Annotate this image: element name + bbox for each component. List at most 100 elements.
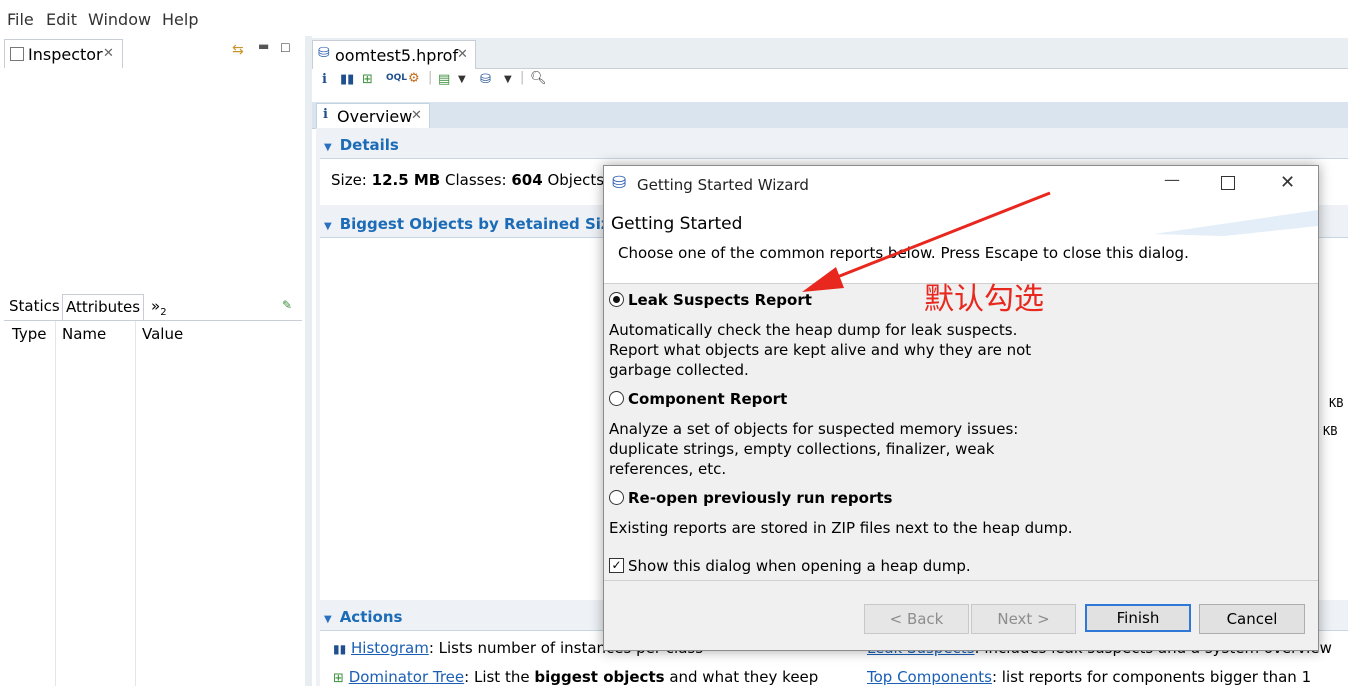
biggest-objects-heading: Biggest Objects by Retained Size (339, 215, 620, 233)
histogram-icon: ▮▮ (333, 642, 347, 656)
sync-icon[interactable]: ⇆ (232, 42, 244, 58)
menu-file[interactable]: File (7, 10, 34, 29)
overview-tab-label: Overview (337, 107, 413, 126)
column-name[interactable]: Name (62, 325, 106, 343)
component-report-radio[interactable] (609, 391, 624, 406)
toolbar-separator: | (428, 70, 433, 85)
top-components-link[interactable]: Top Components (867, 668, 992, 686)
dominator-description: : List the (464, 668, 535, 686)
actions-heading: Actions (339, 608, 403, 626)
finish-button[interactable]: Finish (1085, 604, 1191, 632)
editor-tab-strip: ⛁ oomtest5.hprof ✕ (312, 38, 1348, 69)
oql-icon[interactable]: OQL (386, 73, 407, 83)
close-icon[interactable]: ✕ (457, 47, 468, 62)
objects-label: Objects: (547, 171, 610, 189)
reopen-reports-description: Existing reports are stored in ZIP files… (609, 519, 1073, 537)
inspector-tab[interactable]: Inspector ✕ (4, 39, 123, 68)
column-divider (55, 321, 56, 686)
dialog-button-bar: < Back Next > Finish Cancel (604, 581, 1318, 650)
info-icon[interactable]: i (322, 72, 327, 87)
column-type[interactable]: Type (12, 325, 46, 343)
run-report-icon[interactable]: ▤ (438, 72, 450, 87)
dialog-heading: Getting Started (611, 214, 743, 234)
gear-icon[interactable]: ⚙ (408, 71, 420, 86)
chevron-down-icon[interactable]: ▼ (504, 74, 512, 85)
search-icon[interactable]: 🔍︎ (530, 71, 547, 86)
menu-edit[interactable]: Edit (46, 10, 77, 29)
file-tab-label: oomtest5.hprof (335, 46, 459, 65)
collapse-triangle-icon: ▼ (324, 614, 332, 625)
classes-label: Classes: (445, 171, 507, 189)
tab-overflow[interactable]: »2 (148, 294, 170, 319)
pin-icon[interactable]: ✎ (282, 298, 292, 312)
close-icon[interactable]: ✕ (103, 46, 114, 61)
histogram-link[interactable]: Histogram (351, 639, 429, 657)
overflow-chevron-icon: » (151, 297, 161, 315)
column-divider (135, 321, 136, 686)
inspector-icon (10, 47, 24, 61)
inspector-subtabs: Statics Attributes »2 ✎ (4, 294, 302, 321)
collapse-triangle-icon: ▼ (324, 221, 332, 232)
close-icon[interactable]: ✕ (411, 108, 422, 123)
minimize-icon[interactable]: — (1164, 170, 1180, 189)
overview-tab-strip: i Overview ✕ (312, 102, 1348, 129)
classes-value: 604 (511, 171, 543, 189)
top-components-description: : list reports for components bigger tha… (991, 668, 1312, 686)
annotation-arrow-shaft (821, 191, 1051, 285)
back-button[interactable]: < Back (864, 604, 969, 634)
size-label: Size: (331, 171, 367, 189)
report-options: Leak Suspects Report Automatically check… (604, 284, 1318, 581)
file-tab[interactable]: ⛁ oomtest5.hprof ✕ (312, 40, 476, 69)
inspector-panel: Inspector ✕ ⇆ ▬ ☐ Statics Attributes »2 … (0, 36, 305, 686)
inspector-title: Inspector (28, 45, 103, 64)
maximize-icon[interactable] (1221, 176, 1235, 190)
menu-bar: File Edit Window Help (0, 0, 1348, 36)
tab-statics[interactable]: Statics (6, 294, 63, 319)
maximize-icon[interactable]: ☐ (280, 41, 291, 55)
tab-attributes[interactable]: Attributes (62, 294, 145, 320)
dominator-description-bold: biggest objects (534, 668, 665, 686)
menu-window[interactable]: Window (88, 10, 151, 29)
show-dialog-checkbox[interactable]: ✓ (609, 558, 624, 573)
action-top-components: Top Components: list reports for compone… (867, 668, 1311, 686)
dominator-description-end: and what they keep (664, 668, 819, 686)
component-report-label[interactable]: Component Report (628, 390, 787, 408)
size-unit: KB (1323, 424, 1338, 438)
radio-selected-dot (613, 296, 620, 303)
leak-suspects-radio[interactable] (609, 292, 624, 307)
cancel-button[interactable]: Cancel (1199, 604, 1305, 634)
size-value: 12.5 MB (371, 171, 441, 189)
minimize-icon[interactable]: ▬ (258, 39, 269, 53)
panel-sash[interactable] (305, 36, 312, 686)
reopen-reports-label[interactable]: Re-open previously run reports (628, 489, 892, 507)
details-summary: Size: 12.5 MB Classes: 604 Objects: 20 (331, 171, 635, 189)
histogram-icon[interactable]: ▮▮ (340, 72, 354, 87)
header-banner-graphic (1154, 210, 1318, 236)
database-icon: ⛁ (318, 45, 330, 61)
action-dominator-tree: ⊞ Dominator Tree: List the biggest objec… (333, 668, 818, 686)
close-icon[interactable]: ✕ (1280, 172, 1295, 193)
column-value[interactable]: Value (142, 325, 183, 343)
attributes-table-header: Type Name Value (4, 321, 302, 347)
size-unit: KB (1329, 396, 1344, 410)
dominator-tree-link[interactable]: Dominator Tree (349, 668, 464, 686)
details-section-toggle[interactable]: ▼ Details (324, 136, 399, 154)
leak-suspects-description: Automatically check the heap dump for le… (609, 321, 1032, 379)
reopen-reports-radio[interactable] (609, 490, 624, 505)
collapse-triangle-icon: ▼ (324, 142, 332, 153)
toolbar-separator: | (520, 70, 525, 85)
actions-section-toggle[interactable]: ▼ Actions (324, 608, 402, 626)
biggest-objects-section-toggle[interactable]: ▼ Biggest Objects by Retained Size (324, 215, 620, 233)
show-dialog-checkbox-label[interactable]: Show this dialog when opening a heap dum… (628, 557, 971, 575)
chevron-down-icon[interactable]: ▼ (458, 74, 466, 85)
wizard-app-icon: ⛁ (612, 173, 627, 193)
menu-help[interactable]: Help (162, 10, 198, 29)
dominator-tree-icon: ⊞ (333, 671, 344, 686)
overflow-count: 2 (160, 307, 167, 318)
dominator-tree-icon[interactable]: ⊞ (362, 72, 373, 87)
query-browser-icon[interactable]: ⛁ (480, 72, 491, 87)
next-button[interactable]: Next > (971, 604, 1076, 634)
tab-overview[interactable]: i Overview ✕ (316, 103, 430, 129)
editor-toolbar: i ▮▮ ⊞ OQL ⚙ | ▤ ▼ ⛁ ▼ | 🔍︎ (312, 69, 1348, 99)
details-heading: Details (339, 136, 399, 154)
